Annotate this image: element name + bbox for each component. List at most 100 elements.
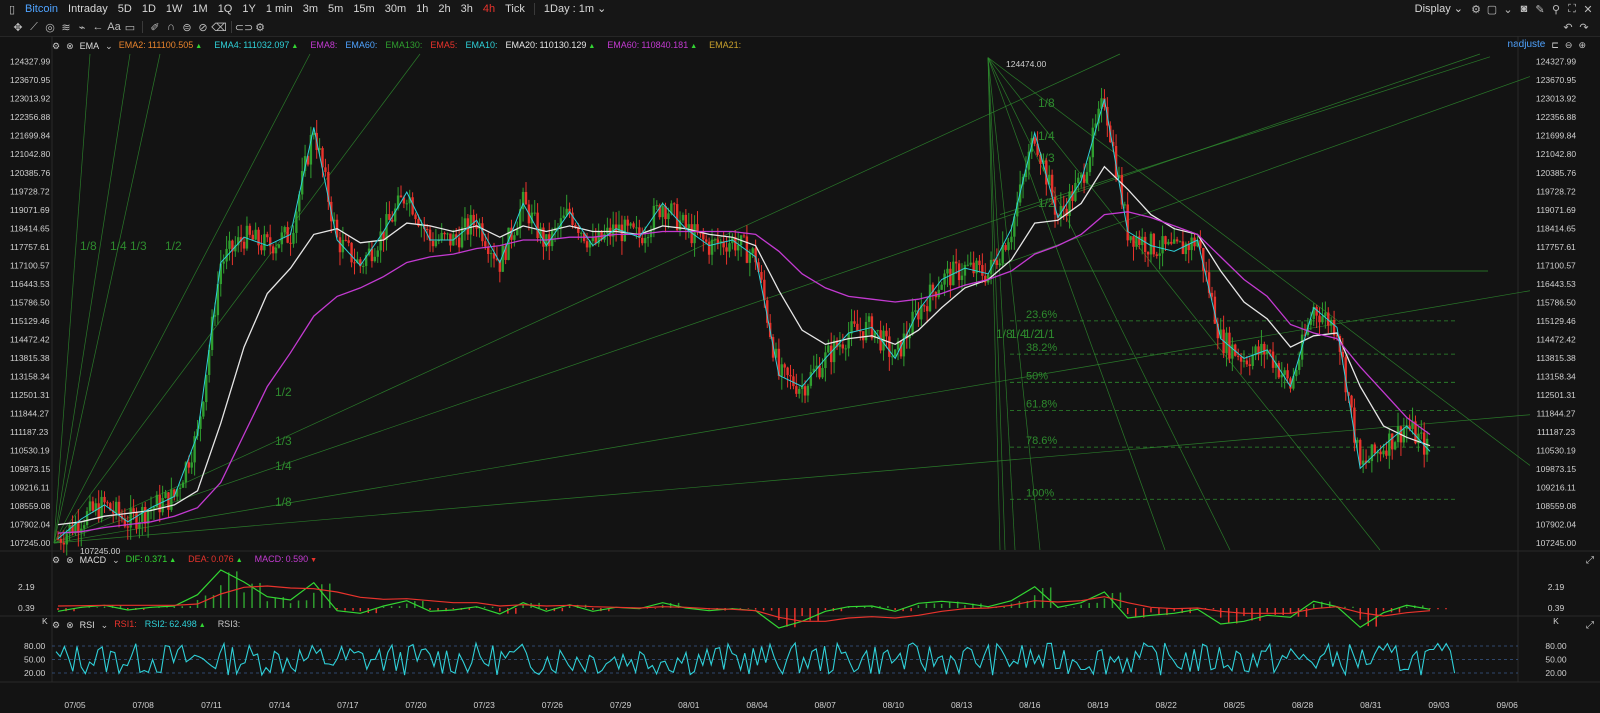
candle-body <box>1385 450 1388 456</box>
price-tick-right: 114472.42 <box>1536 334 1576 344</box>
candle-body <box>263 234 266 251</box>
price-tick-left: 120385.76 <box>10 168 50 178</box>
date-tick: 08/07 <box>815 700 837 710</box>
candle-body <box>1231 344 1234 359</box>
candle-body <box>902 333 906 357</box>
price-tick-right: 109873.15 <box>1536 464 1576 474</box>
date-tick: 08/16 <box>1019 700 1041 710</box>
candlesticks <box>56 87 1429 556</box>
candle-body <box>324 167 327 172</box>
candle-body <box>248 225 252 235</box>
candle-body <box>1175 239 1179 242</box>
candle-body <box>943 273 946 285</box>
macd-tick-right: 2.19 <box>1548 582 1565 592</box>
price-tick-right: 122356.88 <box>1536 112 1576 122</box>
candle-body <box>376 250 379 257</box>
price-tick-left: 111844.27 <box>10 408 49 418</box>
candle-body <box>103 496 106 503</box>
candle-body <box>809 372 813 386</box>
candle-body <box>966 264 970 266</box>
candle-body <box>484 241 487 247</box>
date-tick: 07/26 <box>542 700 564 710</box>
price-tick-left: 117100.57 <box>10 260 50 270</box>
candle-body <box>463 218 467 228</box>
price-chart[interactable]: 1/8 1/4 1/3 1/21/21/31/41/81/81/41/31/21/81… <box>0 0 1600 713</box>
price-tick-left: 115786.50 <box>10 297 50 307</box>
candle-body <box>135 512 138 529</box>
candle-body <box>533 212 536 214</box>
date-tick: 07/29 <box>610 700 632 710</box>
candle-body <box>446 233 449 235</box>
candle-body <box>144 506 147 524</box>
candle-body <box>251 234 254 240</box>
candle-body <box>1146 251 1150 255</box>
gann-fan-line <box>999 56 1491 215</box>
candle-body <box>687 224 690 229</box>
candle-body <box>1155 254 1158 256</box>
candle-body <box>1170 241 1173 244</box>
low-price-label: 107245.00 <box>80 546 120 556</box>
price-tick-left: 117757.61 <box>10 242 50 252</box>
candle-body <box>954 261 958 264</box>
candle-body <box>344 239 347 241</box>
candle-body <box>751 248 754 254</box>
rsi-pane: 80.00 80.00 50.00 50.00 20.00 20.00 <box>24 641 1567 678</box>
price-tick-right: 107245.00 <box>1536 538 1576 548</box>
macd-unit-left: K <box>42 616 48 626</box>
candle-body <box>693 224 696 244</box>
fan-label-left: 1/4 <box>110 239 127 253</box>
candle-body <box>969 262 972 265</box>
date-tick: 08/10 <box>883 700 905 710</box>
candle-body <box>1004 245 1007 250</box>
candle-body <box>100 496 103 520</box>
candle-body <box>795 386 798 394</box>
candle-body <box>667 213 670 220</box>
rsi-tick-left: 80.00 <box>24 641 46 651</box>
candle-body <box>1149 233 1153 255</box>
price-tick-right: 110530.19 <box>1536 446 1576 456</box>
candle-body <box>978 260 981 266</box>
fan-label-mid: 1/3 <box>275 434 292 448</box>
candle-body <box>707 241 711 255</box>
candle-body <box>1123 204 1126 206</box>
date-tick: 09/06 <box>1497 700 1519 710</box>
ema-line-ema60 <box>57 211 1431 534</box>
fan-label-cluster: 1/1 <box>1038 327 1055 341</box>
price-tick-right: 111187.23 <box>1537 427 1576 437</box>
candle-body <box>1173 239 1176 244</box>
candle-body <box>1379 451 1382 455</box>
candle-body <box>391 219 394 222</box>
candle-body <box>489 253 493 255</box>
gann-fan-line <box>987 57 1001 551</box>
price-tick-left: 108559.08 <box>10 501 50 511</box>
candle-body <box>1382 450 1385 455</box>
candle-body <box>928 284 932 312</box>
candle-body <box>1190 237 1193 251</box>
candle-body <box>82 525 86 529</box>
candle-body <box>736 244 740 251</box>
macd-unit-right: K <box>1553 616 1559 626</box>
candle-body <box>821 368 824 378</box>
candle-body <box>780 364 783 376</box>
candle-body <box>925 306 929 312</box>
candle-body <box>580 232 583 234</box>
gann-fan-line <box>53 53 311 544</box>
candle-body <box>725 247 728 252</box>
candle-body <box>629 223 632 226</box>
candle-body <box>434 241 438 247</box>
candle-body <box>1129 236 1132 241</box>
candle-body <box>798 388 801 394</box>
candle-body <box>661 205 664 218</box>
candle-body <box>861 331 865 341</box>
fan-label-left: 1/8 <box>80 239 97 253</box>
candle-body <box>1033 138 1036 144</box>
date-tick: 08/13 <box>951 700 973 710</box>
candle-body <box>1286 370 1289 379</box>
candle-body <box>1082 174 1086 183</box>
macd-tick-right: 0.39 <box>1548 603 1565 613</box>
candle-body <box>414 214 417 220</box>
candle-body <box>1135 236 1138 247</box>
ema-lines <box>57 98 1431 540</box>
price-tick-left: 122356.88 <box>10 112 50 122</box>
candle-body <box>635 227 638 229</box>
